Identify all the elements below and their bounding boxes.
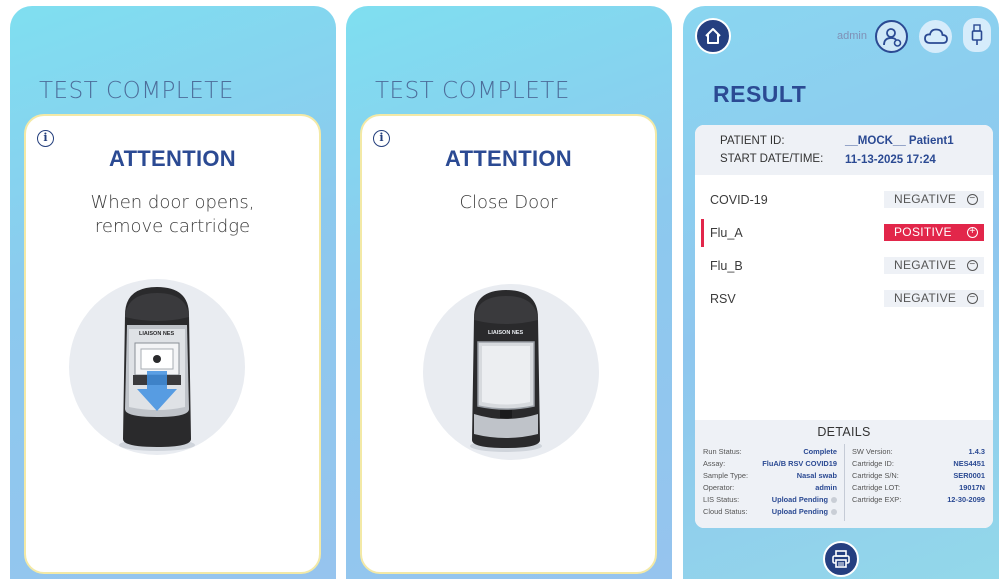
start-time-label: START DATE/TIME: — [720, 153, 824, 165]
usb-icon — [971, 24, 983, 45]
patient-info: PATIENT ID: __MOCK__ Patient1 START DATE… — [695, 125, 993, 175]
detail-run-status: Run Status: Complete — [703, 447, 837, 456]
result-card: PATIENT ID: __MOCK__ Patient1 START DATE… — [695, 125, 993, 528]
detail-operator: Operator: admin — [703, 483, 837, 492]
minus-circle-icon[interactable]: − — [967, 260, 978, 271]
usb-button[interactable] — [963, 18, 991, 52]
user-settings-button[interactable] — [875, 20, 908, 53]
device-closed-illustration: LIAISON NES — [416, 284, 606, 469]
details-divider — [844, 444, 845, 521]
home-icon — [705, 28, 721, 44]
details-title: DETAILS — [817, 425, 871, 439]
test-complete-header: TEST COMPLETE — [375, 78, 570, 104]
result-badge: NEGATIVE − — [884, 257, 984, 274]
info-icon[interactable]: i — [373, 130, 390, 147]
result-value: NEGATIVE — [894, 192, 957, 206]
detail-assay: Assay: FluA/B RSV COVID19 — [703, 459, 837, 468]
attention-card: i ATTENTION Close Door LIAISON NES — [360, 114, 657, 574]
detail-sw-version: SW Version: 1.4.3 — [852, 447, 985, 456]
detail-cartridge-sn: Cartridge S/N: SER0001 — [852, 471, 985, 480]
result-value: POSITIVE — [894, 225, 952, 239]
instruction-text: When door opens, remove cartridge — [90, 192, 255, 237]
result-row-flu-b[interactable]: Flu_B NEGATIVE − — [695, 252, 993, 280]
pending-status-dot — [831, 509, 837, 515]
start-time-value: 11-13-2025 17:24 — [845, 154, 936, 166]
patient-id-value: __MOCK__ Patient1 — [845, 135, 954, 147]
minus-circle-icon[interactable]: − — [967, 293, 978, 304]
screen-remove-cartridge: TEST COMPLETE i ATTENTION When door open… — [10, 6, 336, 579]
attention-title: ATTENTION — [109, 146, 236, 171]
result-row-covid19[interactable]: COVID-19 NEGATIVE − — [695, 186, 993, 214]
positive-indicator-bar — [701, 219, 704, 247]
test-complete-header: TEST COMPLETE — [39, 78, 234, 104]
attention-title: ATTENTION — [445, 146, 572, 171]
pending-status-dot — [831, 497, 837, 503]
plus-circle-icon[interactable]: + — [967, 227, 978, 238]
patient-id-label: PATIENT ID: — [720, 135, 785, 147]
user-settings-icon — [882, 27, 901, 47]
analyte-name: Flu_B — [710, 259, 743, 273]
result-badge: NEGATIVE − — [884, 191, 984, 208]
detail-sample-type: Sample Type: Nasal swab — [703, 471, 837, 480]
print-button[interactable] — [823, 541, 859, 577]
result-row-flu-a[interactable]: Flu_A POSITIVE + — [695, 219, 993, 247]
attention-card: i ATTENTION When door opens, remove cart… — [24, 114, 321, 574]
detail-cartridge-id: Cartridge ID: NES4451 — [852, 459, 985, 468]
analyte-name: Flu_A — [710, 226, 743, 240]
analyte-name: RSV — [710, 292, 736, 306]
home-button[interactable] — [695, 18, 731, 54]
detail-cartridge-lot: Cartridge LOT: 19017N — [852, 483, 985, 492]
cloud-icon — [923, 28, 948, 44]
result-badge: NEGATIVE − — [884, 290, 984, 307]
cloud-button[interactable] — [919, 20, 952, 53]
result-badge: POSITIVE + — [884, 224, 984, 241]
details-section: DETAILS Run Status: Complete Assay: FluA… — [695, 420, 993, 528]
result-row-rsv[interactable]: RSV NEGATIVE − — [695, 285, 993, 313]
detail-cartridge-exp: Cartridge EXP: 12-30-2099 — [852, 495, 985, 504]
screen-result: admin RESULT PATIENT ID: __MOCK__ Patien… — [683, 6, 999, 579]
result-title: RESULT — [713, 81, 807, 107]
result-value: NEGATIVE — [894, 291, 957, 305]
minus-circle-icon[interactable]: − — [967, 194, 978, 205]
user-name-label: admin — [837, 30, 867, 42]
device-brand-label: LIAISON NES — [488, 330, 523, 336]
result-value: NEGATIVE — [894, 258, 957, 272]
detail-cloud-status: Cloud Status: Upload Pending — [703, 507, 837, 518]
print-icon — [832, 550, 850, 568]
instruction-text: Close Door — [459, 192, 558, 213]
analyte-name: COVID-19 — [710, 193, 768, 207]
device-brand-label: LIAISON NES — [139, 331, 174, 337]
screen-close-door: TEST COMPLETE i ATTENTION Close Door LIA… — [346, 6, 672, 579]
info-icon[interactable]: i — [37, 130, 54, 147]
detail-lis-status: LIS Status: Upload Pending — [703, 495, 837, 506]
device-open-illustration: LIAISON NES — [69, 279, 245, 464]
